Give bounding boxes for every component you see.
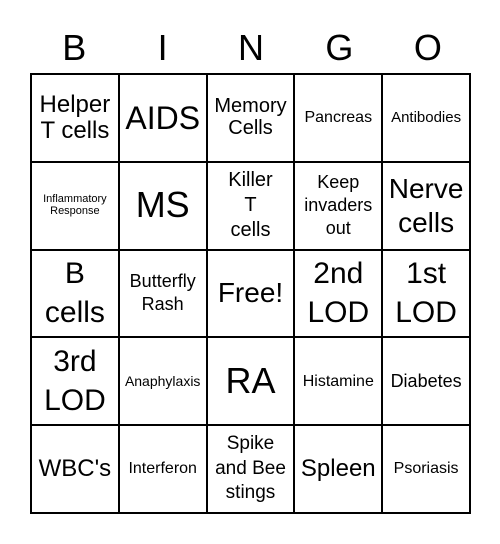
bingo-cell: Histamine (294, 337, 383, 426)
bingo-cell: Pancreas (294, 74, 383, 162)
bingo-cell: Memory Cells (206, 74, 295, 162)
bingo-cell: WBC's (31, 425, 119, 513)
bingo-cell: Keep invaders out (294, 161, 383, 250)
header-letter-b: B (62, 27, 87, 68)
bingo-cell: 3rd LOD (31, 337, 119, 426)
free-space: Free! (206, 249, 295, 338)
bingo-cell: Inflammatory Response (31, 161, 119, 250)
header-letter-i: I (157, 27, 168, 68)
bingo-cell: B cells (31, 249, 119, 338)
header-letter-o: O (413, 27, 442, 68)
bingo-cell: Diabetes (382, 337, 470, 426)
bingo-cell: Interferon (118, 425, 207, 513)
bingo-cell: Anaphylaxis (118, 337, 207, 426)
header-letter-n: N (238, 27, 265, 68)
bingo-cell: Psoriasis (382, 425, 470, 513)
bingo-cell: Nerve cells (382, 161, 470, 250)
bingo-cell: 1st LOD (382, 249, 470, 338)
bingo-cell: MS (118, 161, 207, 250)
bingo-cell: AIDS (118, 74, 207, 162)
header-letter-g: G (325, 27, 354, 68)
bingo-cell: Helper T cells (31, 74, 119, 162)
bingo-cell: Antibodies (382, 74, 470, 162)
bingo-header: B I N G O (30, 26, 472, 70)
bingo-cell: Butterfly Rash (118, 249, 207, 338)
bingo-cell: Killer T cells (206, 161, 295, 250)
bingo-cell: Spike and Bee stings (206, 425, 295, 513)
bingo-cell: 2nd LOD (294, 249, 383, 338)
bingo-cell: RA (206, 337, 295, 426)
bingo-grid: Helper T cells AIDS Memory Cells Pancrea… (30, 73, 471, 514)
bingo-cell: Spleen (294, 425, 383, 513)
